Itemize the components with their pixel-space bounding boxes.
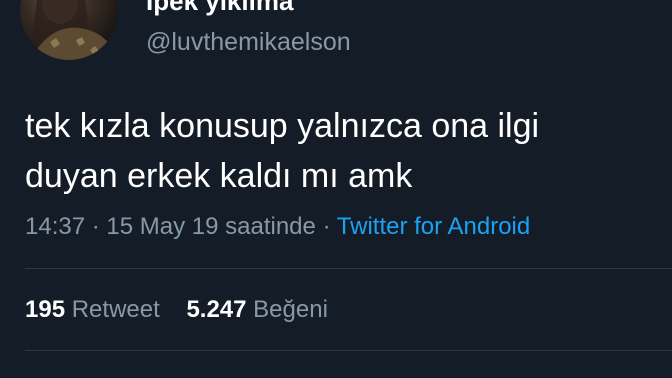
avatar[interactable] (20, 0, 118, 60)
tweet-meta: 14:37 · 15 May 19 saatinde · Twitter for… (25, 213, 530, 241)
tweet-date[interactable]: 15 May 19 saatinde (106, 213, 315, 240)
likes-label: Beğeni (253, 296, 328, 323)
user-handle[interactable]: @luvthemikaelson (146, 28, 351, 57)
divider (25, 350, 672, 351)
meta-separator: · (91, 213, 100, 240)
tweet-source-link[interactable]: Twitter for Android (337, 213, 530, 240)
tweet-text: tek kızla konusup yalnızca ona ilgi duya… (25, 107, 540, 195)
likes-count: 5.247 (186, 296, 247, 323)
likes-stat[interactable]: 5.247 Beğeni (186, 296, 327, 323)
retweets-stat[interactable]: 195 Retweet (25, 296, 166, 323)
retweets-label: Retweet (71, 296, 160, 323)
divider (25, 268, 672, 269)
meta-separator: · (322, 213, 331, 240)
tweet-detail: İpek yıkılma @luvthemikaelson tek kızla … (0, 0, 672, 378)
tweet-time[interactable]: 14:37 (25, 213, 85, 240)
tweet-stats: 195 Retweet 5.247 Beğeni (25, 296, 348, 324)
display-name[interactable]: İpek yıkılma (146, 0, 293, 17)
retweets-count: 195 (25, 296, 66, 323)
